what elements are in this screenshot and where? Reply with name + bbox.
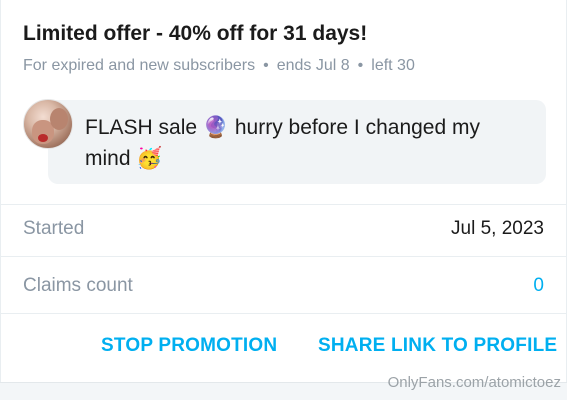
separator-dot: • xyxy=(263,57,269,74)
share-link-button[interactable]: SHARE LINK TO PROFILE xyxy=(318,335,557,357)
stop-promotion-button[interactable]: STOP PROMOTION xyxy=(101,335,277,357)
claims-count-label: Claims count xyxy=(23,275,133,296)
divider xyxy=(1,256,567,257)
avatar-shape xyxy=(50,108,68,130)
promotion-message: FLASH sale 🔮 hurry before I changed my m… xyxy=(48,100,546,184)
promotion-card: Limited offer - 40% off for 31 days! For… xyxy=(0,0,567,382)
started-value: Jul 5, 2023 xyxy=(451,218,544,239)
offer-title: Limited offer - 40% off for 31 days! xyxy=(23,22,368,45)
watermark: OnlyFans.com/atomictoez xyxy=(387,374,561,391)
started-label: Started xyxy=(23,218,85,239)
avatar-shape xyxy=(38,134,48,142)
divider xyxy=(1,204,567,205)
separator-dot: • xyxy=(357,57,364,74)
offer-audience: For expired and new subscribers xyxy=(23,57,256,74)
avatar[interactable] xyxy=(23,99,73,149)
offer-subtitle: For expired and new subscribers • ends Jul… xyxy=(23,57,415,75)
offer-left: left 30 xyxy=(371,57,415,74)
claims-count-value[interactable]: 0 xyxy=(533,275,544,297)
divider xyxy=(1,313,567,314)
offer-ends: ends Jul 8 xyxy=(276,57,350,74)
promotion-message-text: FLASH sale 🔮 hurry before I changed my m… xyxy=(85,116,480,170)
